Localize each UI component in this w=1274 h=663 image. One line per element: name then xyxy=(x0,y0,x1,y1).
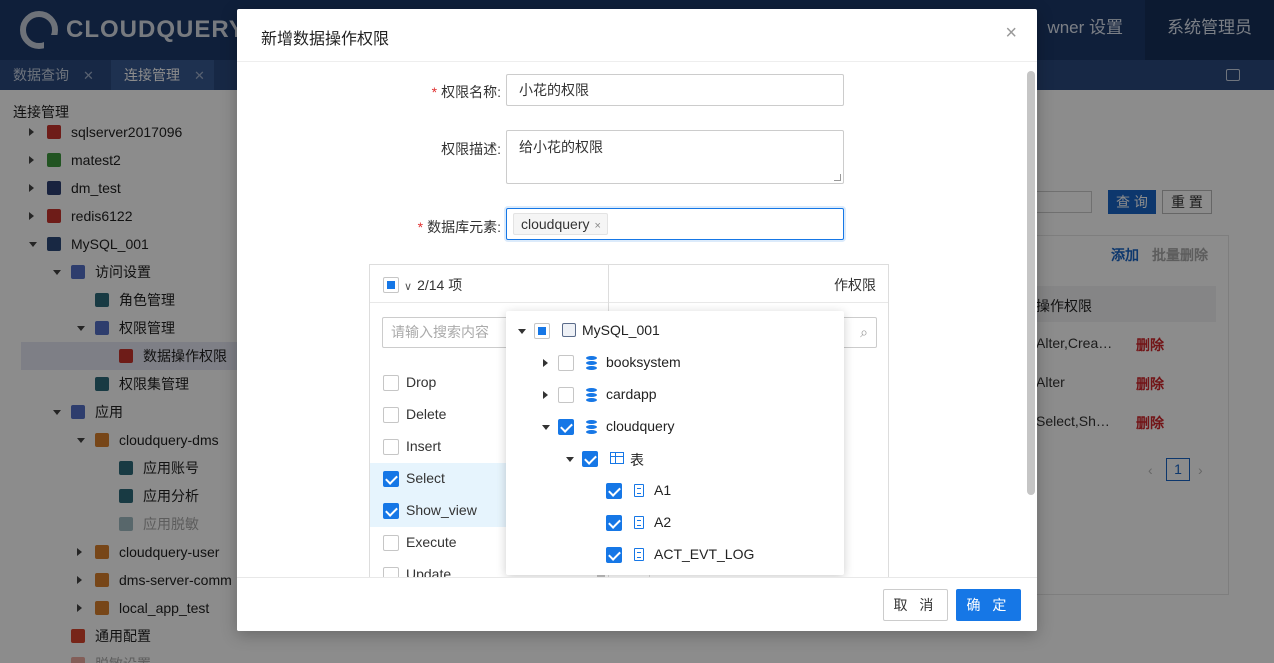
operation-checkbox[interactable] xyxy=(383,407,399,423)
operation-checkbox[interactable] xyxy=(383,439,399,455)
desc-text: 给小花的权限 xyxy=(519,139,603,155)
node-label: ACT_EVT_LOG xyxy=(654,546,755,562)
operation-label: Select xyxy=(406,470,445,486)
node-checkbox[interactable] xyxy=(606,483,622,499)
db-tree-node[interactable]: MySQL_001 xyxy=(506,315,844,347)
operation-label: Insert xyxy=(406,438,442,454)
node-label: 表 xyxy=(630,452,644,468)
node-label: A1 xyxy=(654,482,672,498)
node-label: cardapp xyxy=(606,386,657,402)
node-checkbox[interactable] xyxy=(558,355,574,371)
caret-down-icon[interactable] xyxy=(542,425,550,430)
database-icon xyxy=(586,388,597,402)
caret-right-icon[interactable] xyxy=(543,359,548,367)
count-text: 2/14 项 xyxy=(417,277,463,293)
database-icon xyxy=(586,420,597,434)
operation-label: Drop xyxy=(406,374,437,390)
database-icon xyxy=(586,356,597,370)
close-icon[interactable]: × xyxy=(1005,23,1017,43)
db-label-text: 数据库元素: xyxy=(427,219,501,235)
operation-label: Update xyxy=(406,566,452,577)
operation-label: Show_view xyxy=(406,502,477,518)
confirm-button[interactable]: 确 定 xyxy=(956,589,1021,621)
file-icon xyxy=(634,484,644,497)
file-icon xyxy=(634,548,644,561)
cancel-button[interactable]: 取 消 xyxy=(883,589,948,621)
node-checkbox[interactable] xyxy=(534,323,550,339)
modal-body: * 权限名称: 小花的权限 权限描述: 给小花的权限 * 数据库元素: cloudq… xyxy=(237,63,1037,577)
db-tree-node[interactable]: cloudquery xyxy=(506,411,844,443)
caret-down-icon[interactable] xyxy=(518,329,526,334)
tag-close-icon[interactable]: × xyxy=(595,220,601,232)
selected-count[interactable]: ∨ 2/14 项 xyxy=(404,275,462,295)
db-tree-node[interactable]: cardapp xyxy=(506,379,844,411)
operation-label: Execute xyxy=(406,534,457,550)
operation-checkbox[interactable] xyxy=(383,535,399,551)
node-checkbox[interactable] xyxy=(558,419,574,435)
db-tree-node[interactable]: A1 xyxy=(506,475,844,507)
operation-checkbox[interactable] xyxy=(383,375,399,391)
chevron-down-icon: ∨ xyxy=(404,281,413,293)
table-icon xyxy=(610,452,624,464)
search-icon: ⌕ xyxy=(860,324,868,340)
node-checkbox[interactable] xyxy=(606,515,622,531)
select-all-checkbox[interactable] xyxy=(383,277,399,293)
add-permission-modal: 新增数据操作权限 × * 权限名称: 小花的权限 权限描述: 给小花的权限 * 数据… xyxy=(237,9,1037,631)
modal-footer: 取 消 确 定 xyxy=(237,577,1037,631)
db-tree-dropdown: MySQL_001 booksystem cardapp cloudquery 表 A1 A… xyxy=(506,311,844,575)
target-title: 作权限 xyxy=(834,277,876,293)
required-mark: * xyxy=(417,219,424,235)
db-tree-node[interactable]: 表 xyxy=(506,443,844,475)
operation-checkbox[interactable] xyxy=(383,567,399,577)
caret-right-icon[interactable] xyxy=(543,391,548,399)
tag-label: cloudquery xyxy=(521,216,590,232)
node-checkbox[interactable] xyxy=(582,451,598,467)
mysql-icon xyxy=(562,323,576,337)
caret-down-icon[interactable] xyxy=(566,457,574,462)
operation-checkbox[interactable] xyxy=(383,503,399,519)
operation-label: Delete xyxy=(406,406,447,422)
node-checkbox[interactable] xyxy=(558,387,574,403)
permission-desc-textarea[interactable]: 给小花的权限 xyxy=(506,130,844,184)
operation-checkbox[interactable] xyxy=(383,471,399,487)
db-label: * 数据库元素: xyxy=(397,217,501,237)
file-icon xyxy=(634,516,644,529)
name-label-text: 权限名称: xyxy=(441,84,501,100)
modal-scrollbar[interactable] xyxy=(1027,71,1035,495)
node-label: MySQL_001 xyxy=(582,322,660,338)
node-label: A2 xyxy=(654,514,672,530)
db-tree-node[interactable]: booksystem xyxy=(506,347,844,379)
selected-db-tag: cloudquery × xyxy=(513,213,608,235)
node-checkbox[interactable] xyxy=(606,547,622,563)
db-tree-node[interactable]: A2 xyxy=(506,507,844,539)
node-label: cloudquery xyxy=(606,418,675,434)
required-mark: * xyxy=(431,84,438,100)
panel-header: ∨ 2/14 项 xyxy=(370,265,608,303)
db-element-select[interactable]: cloudquery × xyxy=(506,208,844,240)
modal-header: 新增数据操作权限 × xyxy=(237,9,1037,62)
modal-title: 新增数据操作权限 xyxy=(261,31,390,48)
desc-label: 权限描述: xyxy=(441,141,501,157)
db-tree-node[interactable]: ACT_EVT_LOG xyxy=(506,539,844,571)
permission-name-input[interactable]: 小花的权限 xyxy=(506,74,844,106)
node-label: booksystem xyxy=(606,354,681,370)
panel-header: 作权限 xyxy=(609,265,888,303)
name-label: * 权限名称: xyxy=(417,82,501,102)
resize-grip-icon[interactable] xyxy=(834,174,841,181)
